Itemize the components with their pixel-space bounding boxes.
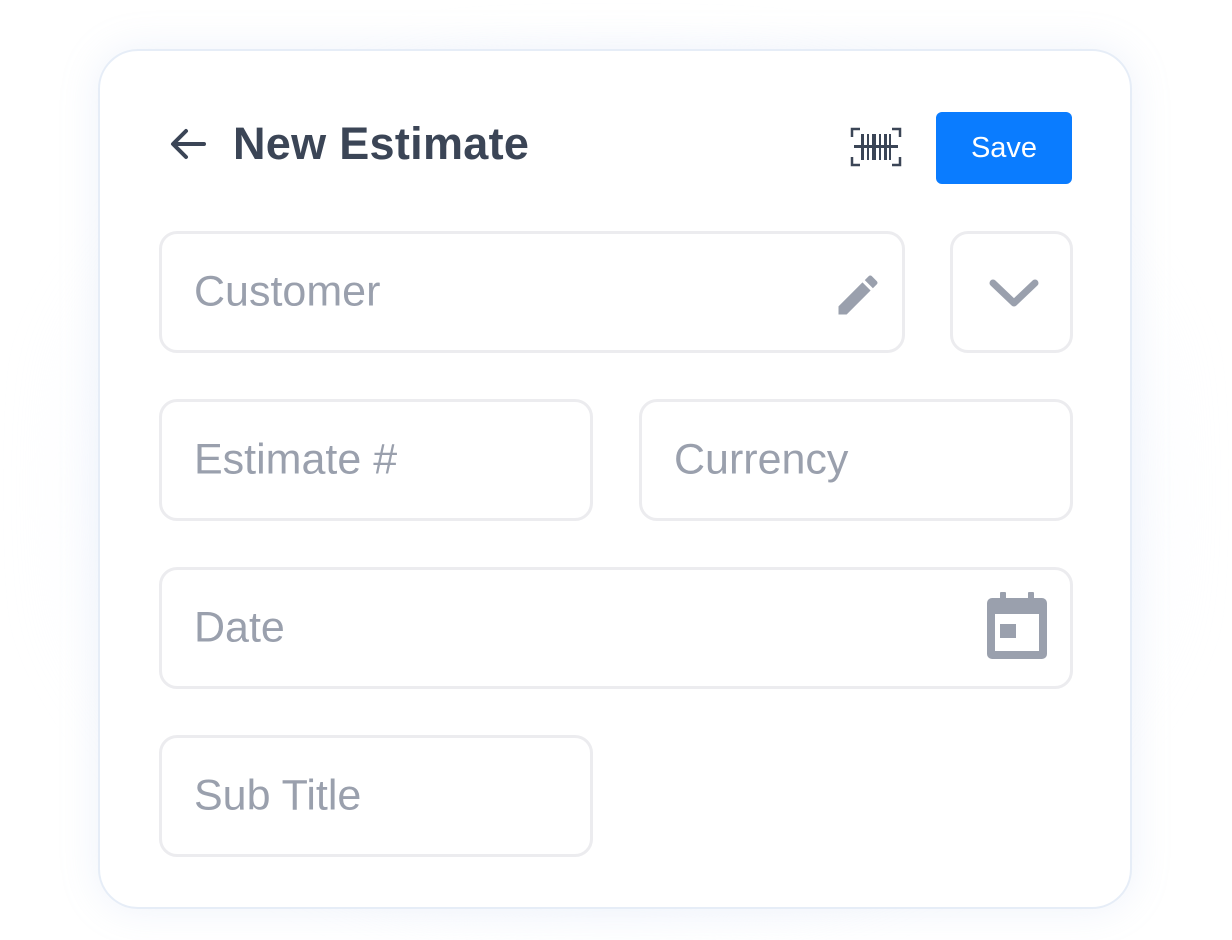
calendar-icon[interactable] <box>986 592 1048 660</box>
sub-title-field[interactable]: Sub Title <box>159 735 593 857</box>
customer-dropdown-button[interactable] <box>950 231 1073 353</box>
estimate-number-placeholder: Estimate # <box>194 435 398 484</box>
back-arrow-icon[interactable] <box>168 124 208 164</box>
save-button[interactable]: Save <box>936 112 1072 184</box>
page-title: New Estimate <box>233 118 530 169</box>
sub-title-placeholder: Sub Title <box>194 771 362 820</box>
date-placeholder: Date <box>194 603 285 652</box>
customer-placeholder: Customer <box>194 267 381 316</box>
currency-placeholder: Currency <box>674 435 849 484</box>
date-field[interactable]: Date <box>159 567 1073 689</box>
header-bar: New Estimate Save <box>0 0 1232 200</box>
pencil-icon[interactable] <box>832 269 884 321</box>
chevron-down-icon <box>989 279 1039 307</box>
estimate-number-field[interactable]: Estimate # <box>159 399 593 521</box>
barcode-scan-icon[interactable] <box>850 127 902 167</box>
currency-field[interactable]: Currency <box>639 399 1073 521</box>
customer-field[interactable]: Customer <box>159 231 905 353</box>
